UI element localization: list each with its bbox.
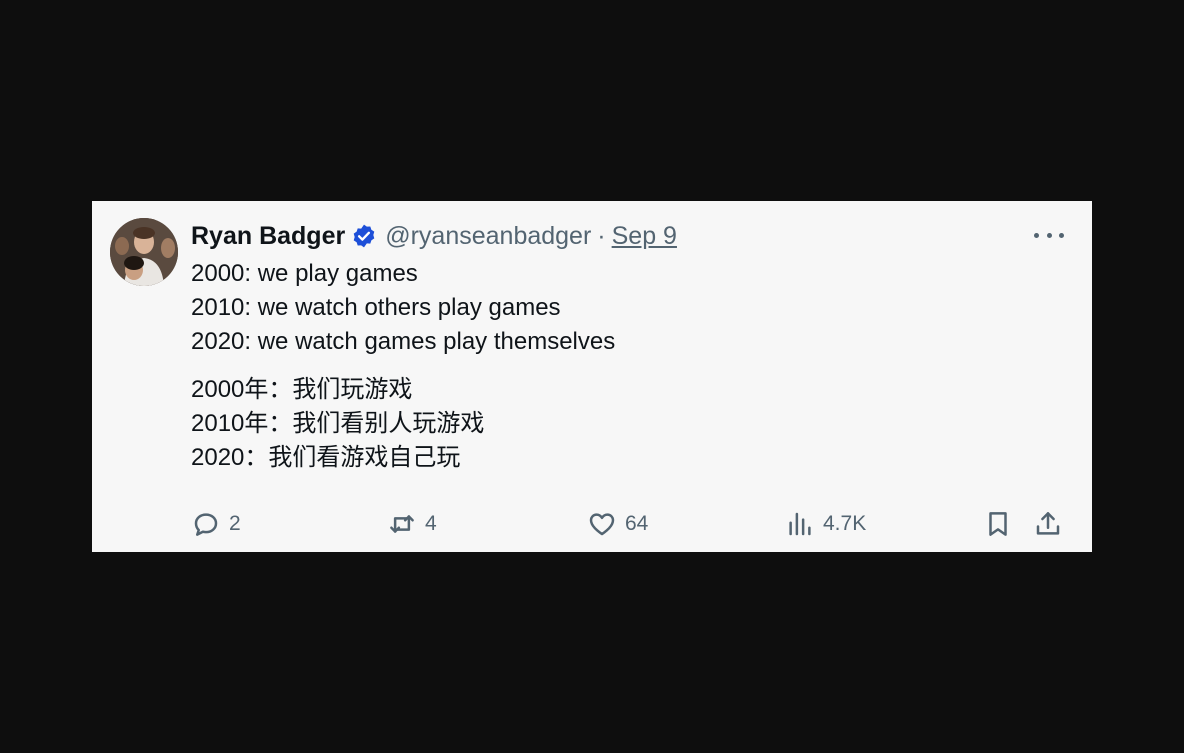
verified-badge-icon: [353, 224, 375, 248]
reply-count: 2: [229, 512, 241, 535]
retweet-count: 4: [425, 512, 437, 535]
separator-dot: ·: [597, 221, 606, 250]
retweet-icon: [390, 515, 414, 533]
reply-button[interactable]: 2: [191, 506, 241, 542]
views-chart-icon: [789, 512, 811, 536]
tweet-line: 2010年：我们看别人玩游戏: [191, 410, 485, 437]
tweet-paragraph-english: 2000: we play games 2010: we watch other…: [191, 257, 1071, 359]
reply-icon: [194, 513, 218, 536]
tweet-line: 2010: we watch others play games: [191, 294, 561, 321]
tweet-line: 2020: we watch games play themselves: [191, 328, 616, 355]
tweet-text: 2000: we play games 2010: we watch other…: [191, 257, 1071, 475]
more-horizontal-icon[interactable]: [1034, 227, 1064, 243]
like-count: 64: [625, 512, 649, 535]
like-button[interactable]: 64: [587, 506, 648, 542]
tweet-line: 2000年：我们玩游戏: [191, 376, 413, 403]
tweet-line: 2020：我们看游戏自己玩: [191, 444, 461, 471]
heart-icon: [589, 513, 615, 536]
tweet-line: 2000: we play games: [191, 260, 418, 287]
tweet-actions-bar: 2 4 64 4.7K: [191, 506, 1071, 542]
avatar-photo: [110, 218, 178, 286]
tweet-date-link[interactable]: Sep 9: [612, 222, 677, 251]
author-name[interactable]: Ryan Badger: [191, 222, 345, 251]
tweet-card: Ryan Badger @ryanseanbadger · Sep 9 2000…: [92, 201, 1092, 552]
retweet-button[interactable]: 4: [387, 506, 437, 542]
tweet-paragraph-chinese: 2000年：我们玩游戏 2010年：我们看别人玩游戏 2020：我们看游戏自己玩: [191, 373, 1071, 475]
views-button[interactable]: 4.7K: [785, 506, 866, 542]
tweet-header: Ryan Badger @ryanseanbadger · Sep 9: [191, 219, 677, 253]
avatar[interactable]: [110, 218, 178, 286]
views-count: 4.7K: [823, 512, 867, 535]
author-handle[interactable]: @ryanseanbadger: [385, 222, 591, 251]
share-icon: [1036, 512, 1060, 535]
bookmark-button[interactable]: [983, 506, 1013, 542]
share-button[interactable]: [1033, 506, 1063, 542]
bookmark-icon: [989, 512, 1007, 536]
